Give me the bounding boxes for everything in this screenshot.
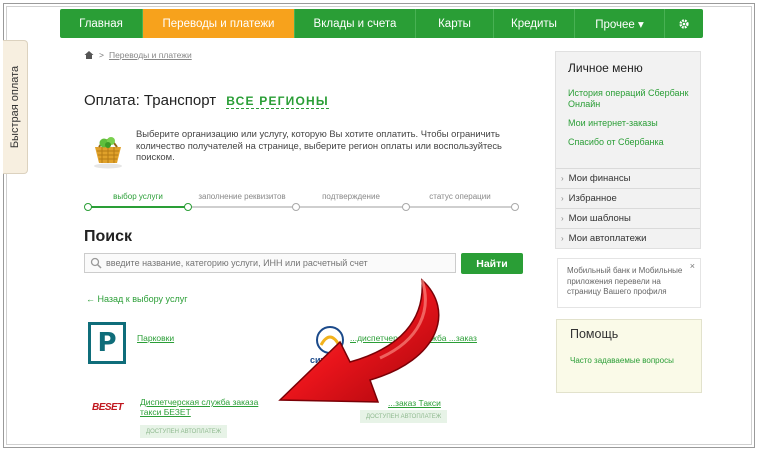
- chevron-right-icon: ›: [561, 214, 564, 223]
- link-operations-history[interactable]: История операций Сбербанк Онлайн: [568, 88, 696, 110]
- menu-item-label: Мои шаблоны: [568, 213, 631, 224]
- breadcrumb-item[interactable]: Переводы и платежи: [109, 50, 192, 60]
- menu-item-my-finances[interactable]: › Мои финансы: [556, 168, 700, 188]
- org-name[interactable]: Парковки: [137, 333, 174, 343]
- city-logo[interactable]: [315, 325, 345, 355]
- menu-item-my-autopayments[interactable]: › Мои автоплатежи: [556, 228, 700, 248]
- nav-deposits-accounts[interactable]: Вклады и счета: [295, 9, 416, 38]
- personal-menu-title: Личное меню: [568, 61, 643, 75]
- breadcrumb: > Переводы и платежи: [84, 50, 192, 60]
- org-beset-taxi[interactable]: Диспетчерская служба заказа такси БЕЗЕТ: [140, 397, 280, 417]
- org-name[interactable]: ...диспетчерская служба ...заказ: [350, 333, 477, 343]
- all-regions-link[interactable]: ВСЕ РЕГИОНЫ: [226, 94, 329, 109]
- menu-item-label: Мои финансы: [568, 173, 631, 184]
- chevron-right-icon: ›: [561, 234, 564, 243]
- home-icon[interactable]: [84, 50, 94, 60]
- menu-item-my-templates[interactable]: › Мои шаблоны: [556, 208, 700, 228]
- menu-item-label: Мои автоплатежи: [568, 233, 647, 244]
- step-dot-4: [511, 203, 519, 211]
- faq-link[interactable]: Часто задаваемые вопросы: [570, 356, 680, 367]
- nav-settings[interactable]: [665, 9, 703, 38]
- chevron-right-icon: ›: [561, 174, 564, 183]
- gear-icon: [679, 18, 689, 29]
- back-to-services-link[interactable]: ← Назад к выбору услуг: [86, 294, 187, 304]
- org-name[interactable]: Диспетчерская служба заказа такси БЕЗЕТ: [140, 397, 280, 417]
- step-label-status: статус операции: [429, 192, 491, 201]
- step-label-choose-service: выбор услуги: [113, 192, 163, 201]
- search-input[interactable]: [106, 258, 455, 268]
- step-label-confirmation: подтверждение: [322, 192, 380, 201]
- link-spasibo[interactable]: Спасибо от Сбербанка: [568, 137, 696, 148]
- step-dot-2: [292, 203, 300, 211]
- step-line-done: [86, 206, 188, 208]
- top-navigation: Главная Переводы и платежи Вклады и счет…: [60, 9, 703, 38]
- progress-steps: выбор услуги заполнение реквизитов подтв…: [84, 192, 519, 212]
- menu-item-favorites[interactable]: › Избранное: [556, 188, 700, 208]
- city-logo-text: сит: [310, 355, 325, 365]
- search-title: Поиск: [84, 228, 133, 245]
- page-title: Оплата: Транспорт ВСЕ РЕГИОНЫ: [84, 92, 329, 109]
- page-title-text: Оплата: Транспорт: [84, 92, 217, 109]
- info-block: Выберите организацию или услугу, которую…: [88, 128, 508, 172]
- beset-logo[interactable]: BESET: [92, 402, 132, 416]
- search-box: [84, 253, 456, 273]
- notice-text: Мобильный банк и Мобильные приложения пе…: [567, 266, 683, 296]
- nav-cards[interactable]: Карты: [416, 9, 494, 38]
- org-dispatch[interactable]: ...диспетчерская служба ...заказ: [350, 328, 477, 346]
- find-button[interactable]: Найти: [461, 253, 523, 274]
- org-taxi-order[interactable]: ...заказ Такси: [388, 393, 441, 411]
- breadcrumb-separator: >: [99, 50, 104, 60]
- nav-main[interactable]: Главная: [60, 9, 143, 38]
- step-dot-1: [184, 203, 192, 211]
- step-dot-start: [84, 203, 92, 211]
- link-internet-orders[interactable]: Мои интернет-заказы: [568, 118, 696, 129]
- quick-pay-label: Быстрая оплата: [9, 65, 21, 149]
- step-label-fill-details: заполнение реквизитов: [198, 192, 286, 201]
- search-icon: [90, 257, 102, 269]
- basket-icon: [94, 137, 122, 169]
- autopay-badge: ДОСТУПЕН АВТОПЛАТЕЖ: [360, 410, 448, 423]
- autopay-badge: ДОСТУПЕН АВТОПЛАТЕЖ: [140, 425, 228, 438]
- chevron-right-icon: ›: [561, 194, 564, 203]
- org-parking[interactable]: Парковки: [137, 328, 174, 346]
- mobile-bank-notice: Мобильный банк и Мобильные приложения пе…: [557, 258, 701, 308]
- menu-item-label: Избранное: [568, 193, 617, 204]
- personal-menu: Личное меню История операций Сбербанк Он…: [555, 51, 701, 249]
- nav-credits[interactable]: Кредиты: [494, 9, 575, 38]
- step-dot-3: [402, 203, 410, 211]
- nav-other[interactable]: Прочее ▾: [575, 9, 665, 38]
- close-icon[interactable]: ×: [690, 261, 695, 271]
- org-name[interactable]: ...заказ Такси: [388, 398, 441, 408]
- step-line: [188, 206, 514, 208]
- info-text: Выберите организацию или услугу, которую…: [136, 128, 502, 162]
- nav-transfers-payments[interactable]: Переводы и платежи: [143, 9, 295, 38]
- help-panel: Помощь Часто задаваемые вопросы: [556, 319, 702, 393]
- parking-logo[interactable]: P: [88, 322, 126, 364]
- quick-pay-tab[interactable]: Быстрая оплата: [3, 40, 28, 174]
- help-title: Помощь: [570, 327, 619, 341]
